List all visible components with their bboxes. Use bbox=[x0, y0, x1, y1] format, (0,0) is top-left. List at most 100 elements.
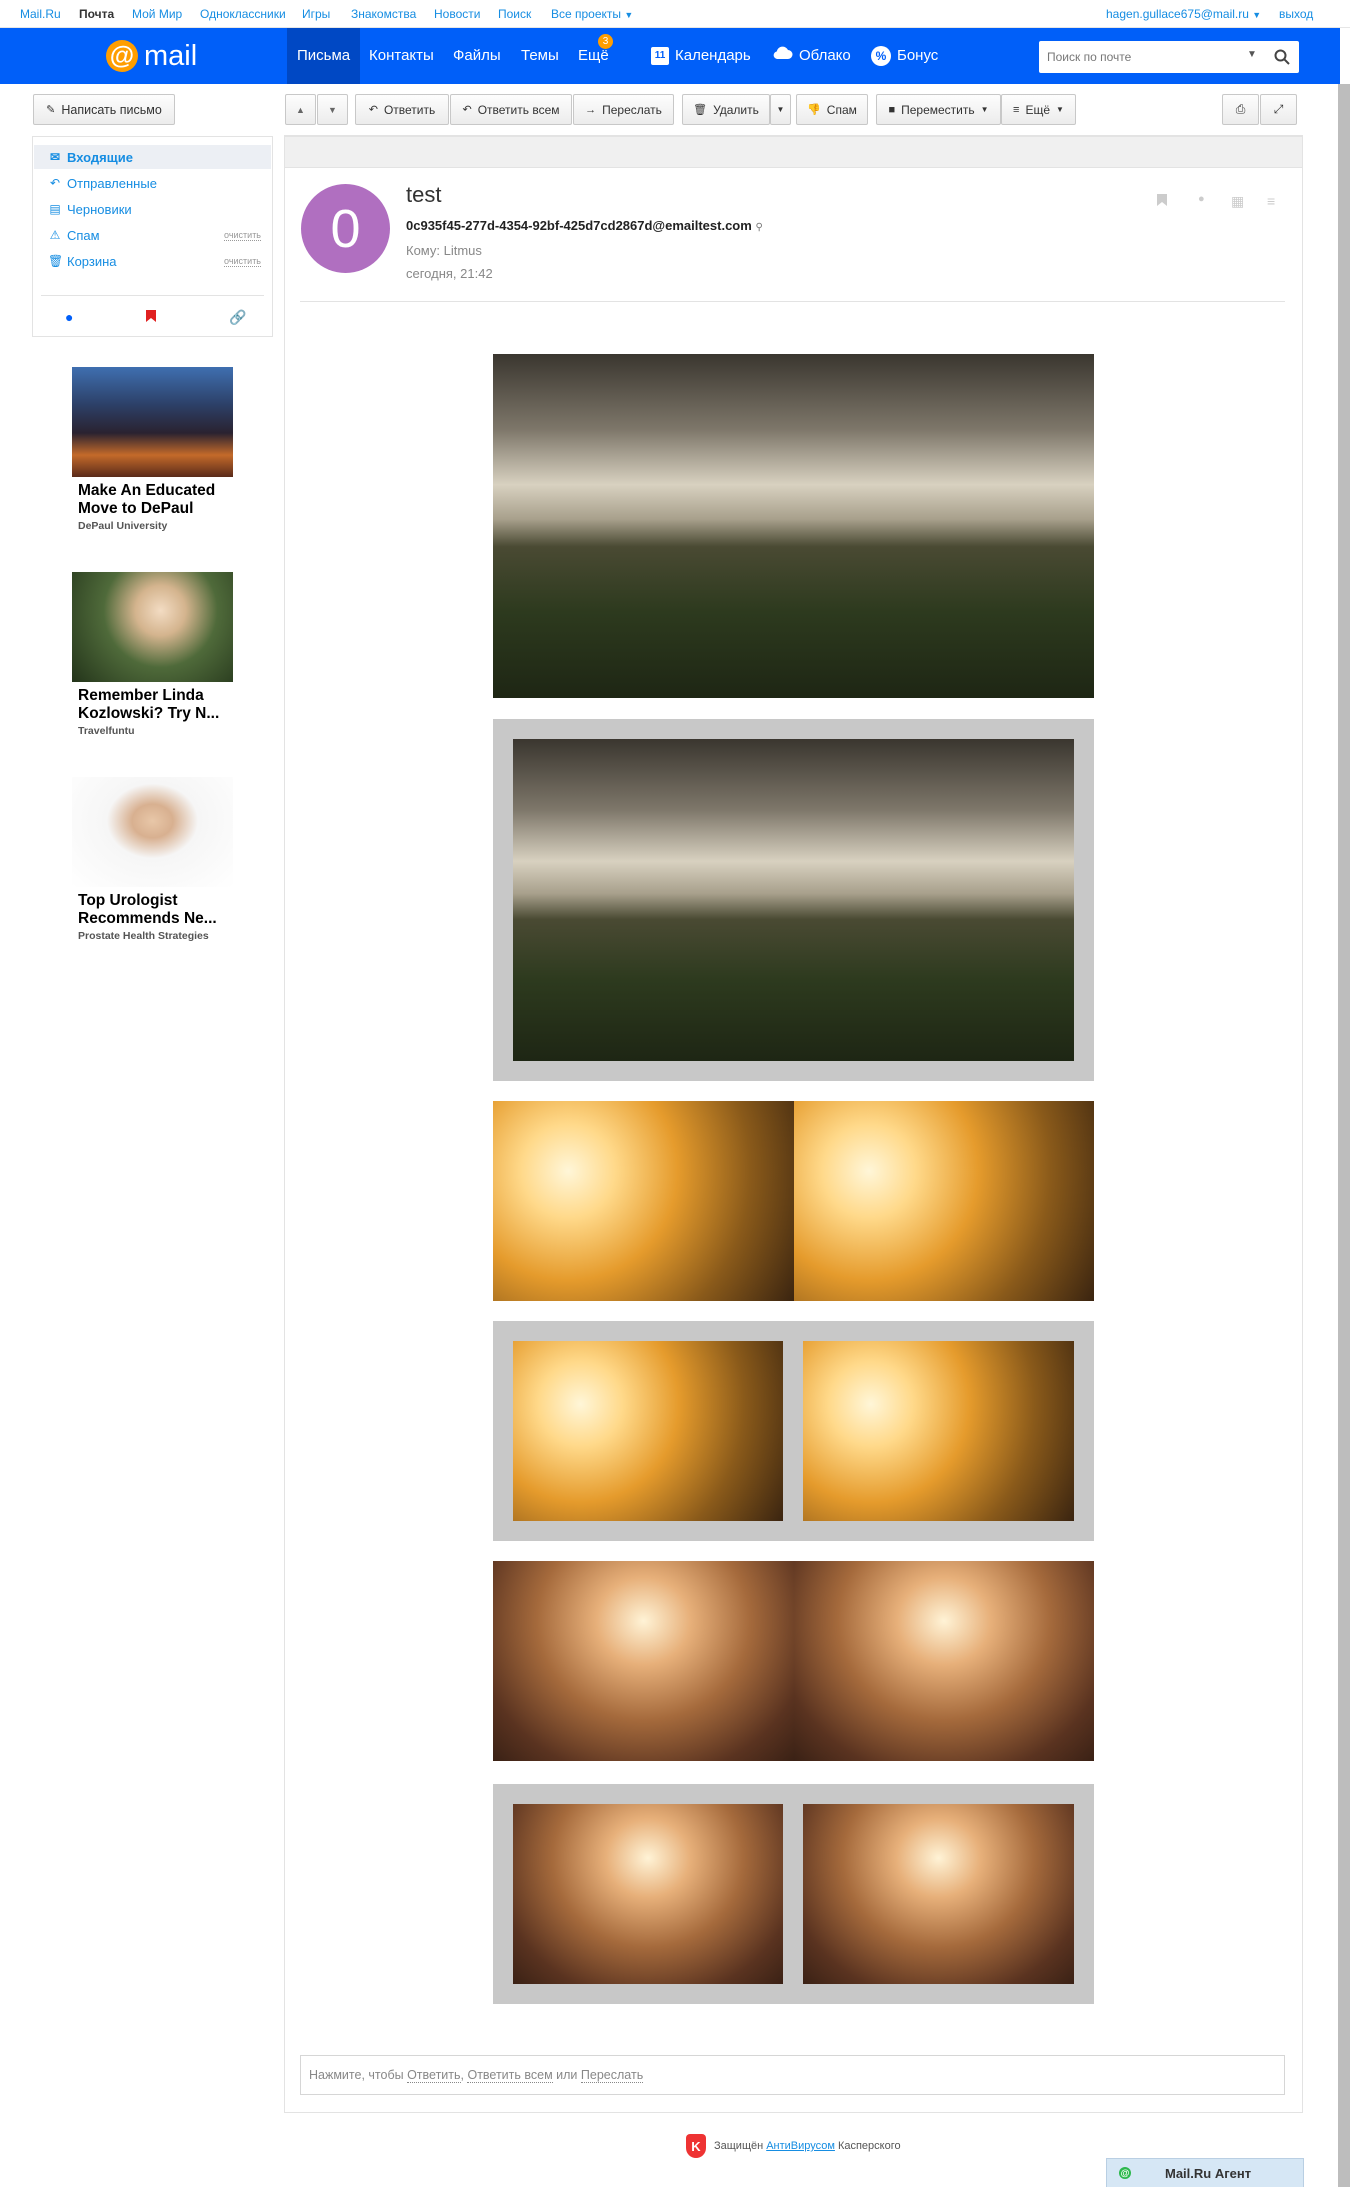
portal-link-ok[interactable]: Одноклассники bbox=[200, 7, 286, 21]
attachment-filter-icon[interactable]: 🔗 bbox=[229, 309, 246, 326]
nav-more[interactable]: Ещё 3 bbox=[578, 28, 613, 84]
menu-icon[interactable]: ≡ bbox=[1267, 193, 1275, 209]
ad-block[interactable]: Top Urologist Recommends Ne... Prostate … bbox=[72, 777, 242, 952]
poppy-image bbox=[513, 1341, 783, 1521]
portal-link-dating[interactable]: Знакомства bbox=[351, 7, 416, 21]
message-from[interactable]: 0c935f45-277d-4354-92bf-425d7cd2867d@ema… bbox=[406, 218, 763, 233]
antivirus-badge: K Защищён АнтиВирусом Касперского bbox=[686, 2134, 901, 2158]
folder-list: ✉ Входящие ↶ Отправленные ▤ Черновики ⚠ Спам… bbox=[32, 136, 273, 337]
spam-label: Спам bbox=[826, 102, 857, 117]
quick-reply-all-link[interactable]: Ответить всем bbox=[467, 2068, 553, 2083]
nav-calendar[interactable]: 11 Календарь bbox=[651, 28, 751, 84]
message-to: Кому: Litmus bbox=[406, 243, 482, 258]
quick-reply-box[interactable]: Нажмите, чтобы Ответить, Ответить всем и… bbox=[300, 2055, 1285, 2095]
portal-link-games[interactable]: Игры bbox=[302, 7, 330, 21]
chevron-down-icon: ▼ bbox=[1252, 10, 1262, 20]
bonus-icon: % bbox=[871, 46, 891, 67]
ad-image-doctor bbox=[72, 777, 233, 887]
calendar-icon: 11 bbox=[651, 47, 669, 66]
search-input[interactable] bbox=[1047, 48, 1237, 66]
poppy-image bbox=[803, 1341, 1074, 1521]
folder-label: Спам bbox=[67, 227, 100, 243]
calendar-small-icon[interactable]: ▦ bbox=[1231, 193, 1244, 210]
search-icon: ⚲ bbox=[755, 222, 763, 233]
flag-filter-icon[interactable] bbox=[145, 309, 157, 326]
reply-button[interactable]: ↶ Ответить bbox=[355, 94, 449, 125]
forward-button[interactable]: → Переслать bbox=[573, 94, 674, 125]
ad-block[interactable]: Remember Linda Kozlowski? Try N... Trave… bbox=[72, 572, 242, 737]
cloud-icon bbox=[771, 28, 793, 84]
delete-label: Удалить bbox=[713, 102, 759, 117]
folder-inbox[interactable]: ✉ Входящие bbox=[34, 145, 271, 169]
bookmark-icon[interactable] bbox=[1156, 193, 1168, 210]
portal-link-mailru[interactable]: Mail.Ru bbox=[20, 7, 61, 21]
ad-block[interactable]: Make An Educated Move to DePaul DePaul U… bbox=[72, 367, 242, 532]
chevron-down-icon: ▼ bbox=[776, 105, 785, 114]
folder-label: Отправленные bbox=[67, 175, 157, 191]
quick-reply-link[interactable]: Ответить bbox=[407, 2068, 461, 2083]
ad-source: Prostate Health Strategies bbox=[78, 930, 209, 942]
portal-link-mail[interactable]: Почта bbox=[79, 7, 114, 21]
clear-spam-link[interactable]: очистить bbox=[224, 230, 261, 241]
search-button[interactable] bbox=[1265, 41, 1299, 73]
folder-sent[interactable]: ↶ Отправленные bbox=[34, 171, 271, 195]
folder-drafts[interactable]: ▤ Черновики bbox=[34, 197, 271, 221]
bridge-image bbox=[803, 1804, 1074, 1984]
move-button[interactable]: ■ Переместить ▼ bbox=[876, 94, 1001, 125]
all-projects-label: Все проекты bbox=[551, 7, 622, 21]
fullscreen-button[interactable]: ⤢ bbox=[1260, 94, 1297, 125]
drafts-icon: ▤ bbox=[49, 202, 61, 216]
folder-trash[interactable]: 🗑 Корзина очистить bbox=[34, 249, 271, 273]
portal-link-news[interactable]: Новости bbox=[434, 7, 480, 21]
reply-all-button[interactable]: ↶ Ответить всем bbox=[450, 94, 572, 125]
delete-dropdown[interactable]: ▼ bbox=[770, 94, 791, 125]
message-subject: test bbox=[406, 182, 442, 207]
chevron-down-icon: ▼ bbox=[980, 105, 989, 114]
more-button[interactable]: ≡ Ещё ▼ bbox=[1001, 94, 1076, 125]
mail-logo[interactable]: @ mail bbox=[106, 38, 197, 74]
quick-forward-link[interactable]: Переслать bbox=[580, 2068, 644, 2083]
nav-bonus[interactable]: % Бонус bbox=[871, 28, 938, 84]
compose-button[interactable]: ✎ Написать письмо bbox=[33, 94, 175, 125]
antivirus-link[interactable]: АнтиВирусом bbox=[766, 2140, 835, 2152]
print-button[interactable]: ⎙ bbox=[1222, 94, 1259, 125]
mailru-agent-bar[interactable]: @ Mail.Ru Агент bbox=[1106, 2158, 1304, 2187]
at-logo-icon: @ bbox=[106, 40, 138, 72]
logout-link[interactable]: выход bbox=[1279, 7, 1313, 21]
clear-trash-link[interactable]: очистить bbox=[224, 256, 261, 267]
portal-link-all-projects[interactable]: Все проекты ▼ bbox=[551, 7, 633, 21]
cloud-label: Облако bbox=[799, 47, 851, 64]
page-scrollbar[interactable] bbox=[1338, 84, 1350, 2187]
folder-label: Входящие bbox=[67, 149, 133, 165]
folder-icon: ■ bbox=[888, 103, 896, 116]
message-info-bar bbox=[284, 136, 1303, 168]
nav-contacts[interactable]: Контакты bbox=[369, 28, 434, 84]
main-header: @ mail Письма Контакты Файлы Темы Ещё 3 … bbox=[0, 28, 1340, 84]
more-label: Ещё bbox=[1025, 102, 1051, 117]
spam-button[interactable]: 👎 Спам bbox=[796, 94, 868, 125]
landscape-image bbox=[513, 739, 1074, 1061]
user-menu[interactable]: hagen.gullace675@mail.ru ▼ bbox=[1106, 7, 1261, 21]
folder-spam[interactable]: ⚠ Спам очистить bbox=[34, 223, 271, 247]
nav-cloud[interactable]: Облако bbox=[771, 28, 851, 84]
portal-link-search[interactable]: Поиск bbox=[498, 7, 531, 21]
portal-link-moymir[interactable]: Мой Мир bbox=[132, 7, 182, 21]
sent-icon: ↶ bbox=[49, 176, 61, 190]
search-icon bbox=[1274, 49, 1290, 65]
next-message-button[interactable]: ▼ bbox=[317, 94, 348, 125]
unread-filter-icon[interactable]: ● bbox=[65, 309, 73, 325]
nav-files[interactable]: Файлы bbox=[453, 28, 501, 84]
ad-image-city bbox=[72, 367, 233, 477]
ad-source: Travelfuntu bbox=[78, 725, 135, 737]
reply-or: или bbox=[556, 2068, 578, 2082]
kaspersky-shield-icon: K bbox=[686, 2134, 706, 2158]
delete-button[interactable]: 🗑 Удалить bbox=[682, 94, 770, 125]
folder-divider bbox=[41, 295, 264, 296]
search-options-dropdown[interactable]: ▼ bbox=[1247, 49, 1257, 60]
read-status-icon[interactable]: ● bbox=[1198, 193, 1205, 205]
nav-letters[interactable]: Письма bbox=[287, 28, 361, 84]
mail-search: ▼ bbox=[1039, 41, 1299, 73]
nav-themes[interactable]: Темы bbox=[521, 28, 559, 84]
prev-message-button[interactable]: ▲ bbox=[285, 94, 316, 125]
folder-label: Корзина bbox=[67, 253, 117, 269]
